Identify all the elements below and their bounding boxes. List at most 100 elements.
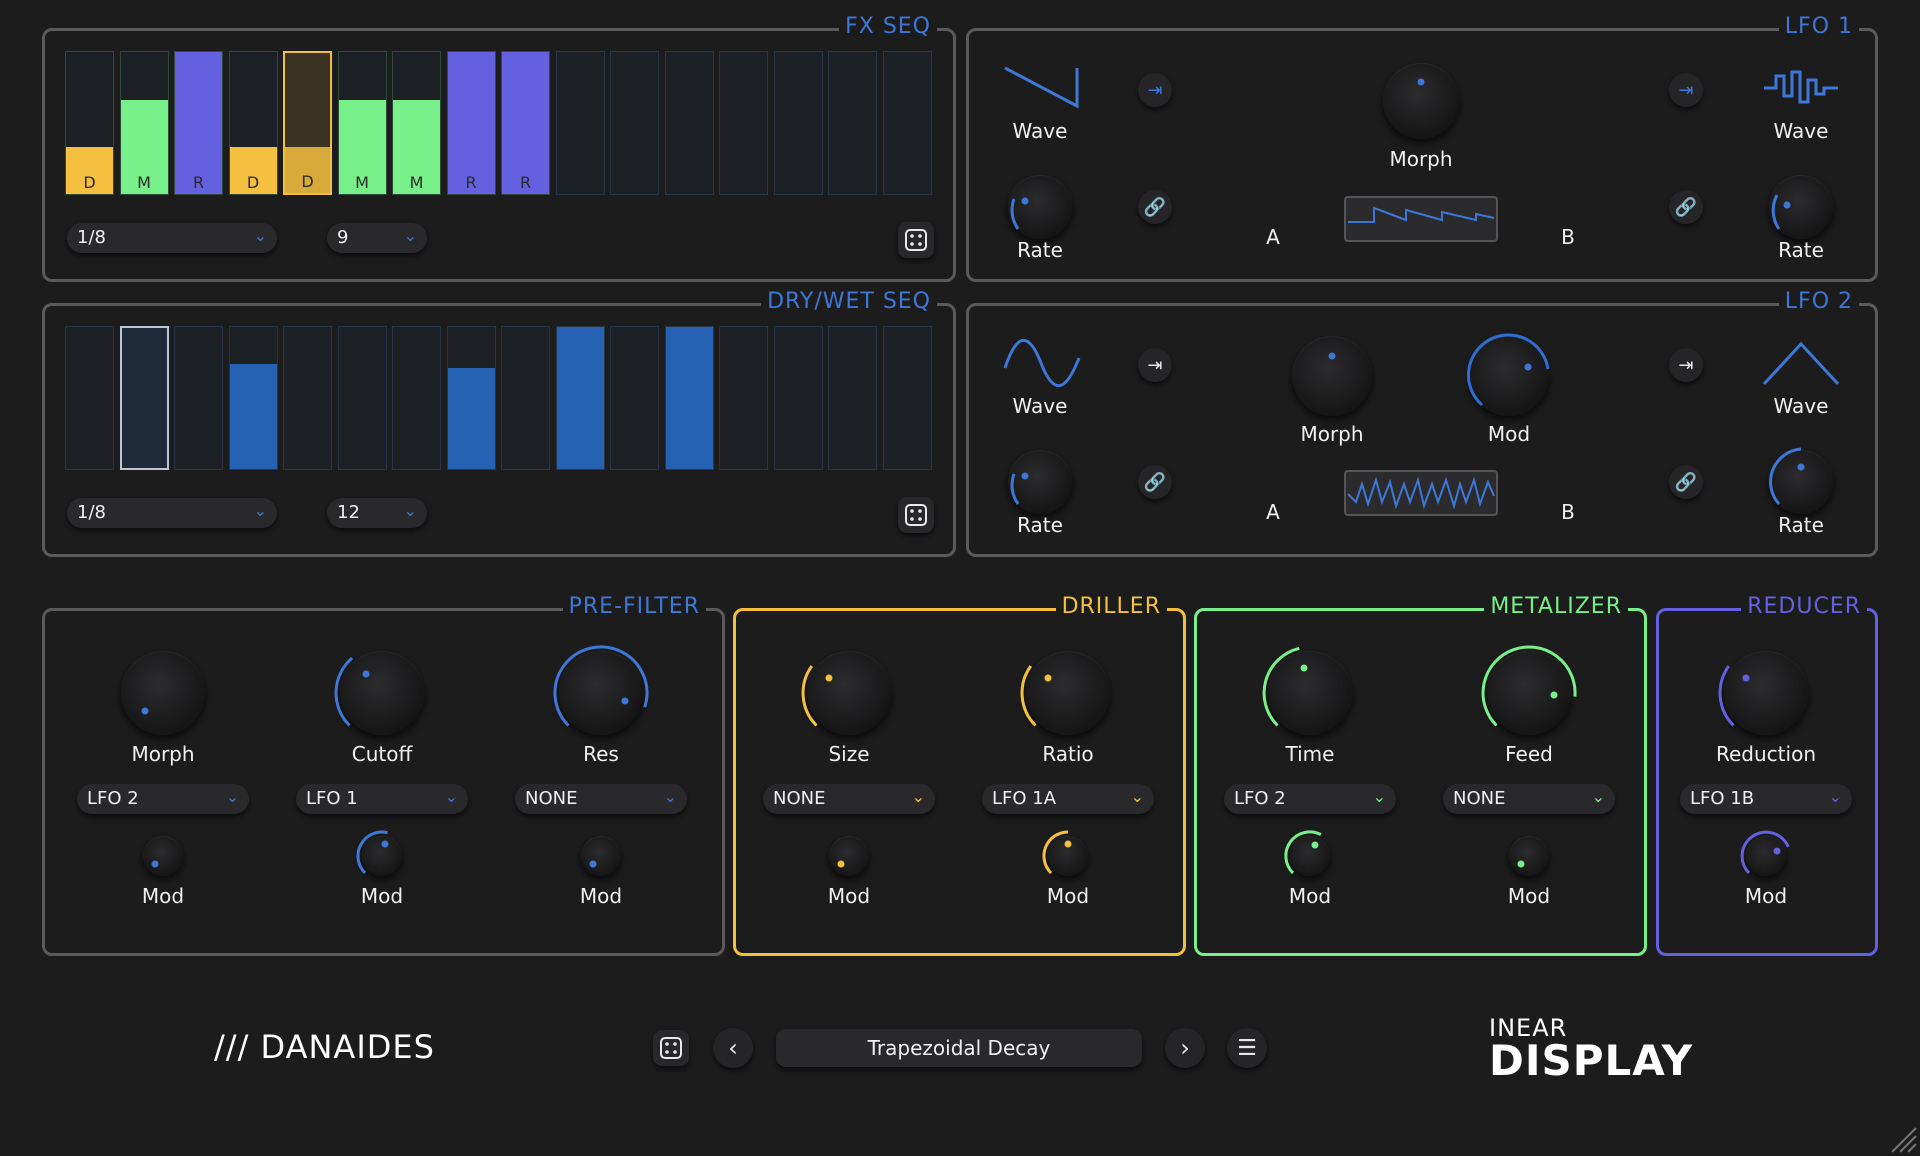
- resize-grip-icon[interactable]: [1888, 1124, 1918, 1154]
- prefilter-res-knob[interactable]: [559, 651, 643, 735]
- prefilter-mod-amount-knob[interactable]: [143, 836, 183, 876]
- mod-source-value: NONE: [1453, 788, 1506, 809]
- mod-source-value: LFO 1B: [1690, 788, 1755, 809]
- drywet-seq-step[interactable]: [610, 326, 659, 470]
- lfo2-retrigger-b-button[interactable]: ⇥: [1669, 348, 1703, 382]
- lfo2-link-b-button[interactable]: 🔗: [1669, 465, 1703, 499]
- lfo1-morph-knob[interactable]: [1383, 63, 1459, 139]
- drywet-seq-step[interactable]: [65, 326, 114, 470]
- fx-seq-step[interactable]: M: [119, 51, 169, 195]
- driller-mod-label: Mod: [1046, 884, 1090, 908]
- prefilter-cutoff-knob[interactable]: [340, 651, 424, 735]
- metalizer-mod-amount-knob[interactable]: [1509, 836, 1549, 876]
- fx-seq-step[interactable]: R: [174, 51, 223, 195]
- lfo1-link-b-button[interactable]: 🔗: [1669, 190, 1703, 224]
- mod-source-value: NONE: [525, 788, 578, 809]
- fx-seq-step[interactable]: M: [392, 51, 441, 195]
- preset-menu-button[interactable]: ☰: [1227, 1028, 1267, 1068]
- saw-wave-icon[interactable]: [1003, 62, 1081, 112]
- driller-mod-amount-knob[interactable]: [829, 836, 869, 876]
- fx-seq-step[interactable]: D: [65, 51, 114, 195]
- drywet-seq-step[interactable]: [283, 326, 332, 470]
- drywet-seq-grid[interactable]: [65, 326, 937, 470]
- knob-indicator: [1300, 664, 1308, 672]
- prefilter-mod-source-select[interactable]: LFO 2 ⌄: [77, 784, 249, 814]
- driller-size-knob[interactable]: [807, 651, 891, 735]
- drywet-seq-step[interactable]: [773, 326, 823, 470]
- drywet-seq-step[interactable]: [174, 326, 223, 470]
- lfo1-rate-a-knob[interactable]: [1008, 175, 1072, 239]
- preset-name-display[interactable]: Trapezoidal Decay: [776, 1029, 1142, 1067]
- drywet-seq-step[interactable]: [392, 326, 441, 470]
- fx-seq-step[interactable]: [719, 51, 768, 195]
- driller-knob-label: Ratio: [1042, 742, 1094, 766]
- arrow-right-bar-icon: ⇥: [1147, 354, 1163, 376]
- lfo2-mod-knob[interactable]: [1469, 336, 1549, 416]
- drywet-seq-randomize-button[interactable]: [898, 497, 934, 533]
- fx-seq-step[interactable]: M: [337, 51, 387, 195]
- fx-seq-step[interactable]: [828, 51, 877, 195]
- vendor-logo-bottom: DISPLAY: [1489, 1036, 1694, 1085]
- reducer-mod-source-select[interactable]: LFO 1B ⌄: [1680, 784, 1852, 814]
- drywet-seq-step[interactable]: [664, 326, 714, 470]
- drywet-seq-step[interactable]: [501, 326, 550, 470]
- drywet-seq-length-select[interactable]: 12 ⌄: [327, 498, 427, 528]
- driller-mod-source-select[interactable]: LFO 1A ⌄: [982, 784, 1154, 814]
- prefilter-morph-knob[interactable]: [121, 651, 205, 735]
- metalizer-time-knob[interactable]: [1268, 651, 1352, 735]
- link-icon: 🔗: [1143, 196, 1167, 218]
- drywet-seq-step[interactable]: [828, 326, 877, 470]
- fx-seq-randomize-button[interactable]: [898, 222, 934, 258]
- drywet-seq-step[interactable]: [228, 326, 278, 470]
- drywet-seq-step[interactable]: [555, 326, 605, 470]
- lfo2-retrigger-a-button[interactable]: ⇥: [1138, 348, 1172, 382]
- preset-prev-button[interactable]: ‹: [713, 1028, 753, 1068]
- fx-seq-step[interactable]: D: [283, 51, 332, 195]
- drywet-seq-rate-select[interactable]: 1/8 ⌄: [67, 498, 277, 528]
- lfo2-rate-a-knob[interactable]: [1008, 450, 1072, 514]
- drywet-seq-step[interactable]: [882, 326, 932, 470]
- lfo1-retrigger-b-button[interactable]: ⇥: [1669, 73, 1703, 107]
- triangle-wave-icon[interactable]: [1762, 340, 1840, 386]
- fx-seq-step[interactable]: R: [501, 51, 550, 195]
- metalizer-mod-source-select[interactable]: LFO 2 ⌄: [1224, 784, 1396, 814]
- lfo2-a-label: A: [1266, 500, 1280, 524]
- chevron-down-icon: ⌄: [444, 787, 458, 806]
- reducer-reduction-knob[interactable]: [1724, 651, 1808, 735]
- fx-seq-step[interactable]: D: [228, 51, 278, 195]
- fx-seq-grid[interactable]: DMRDDMMRR: [65, 51, 937, 195]
- sine-wave-icon[interactable]: [1003, 338, 1081, 388]
- preset-randomize-button[interactable]: [653, 1030, 689, 1066]
- reducer-mod-amount-knob[interactable]: [1746, 836, 1786, 876]
- fx-seq-step[interactable]: [555, 51, 605, 195]
- metalizer-mod-source-select[interactable]: NONE ⌄: [1443, 784, 1615, 814]
- fx-seq-step[interactable]: [773, 51, 823, 195]
- drywet-seq-step[interactable]: [119, 326, 169, 470]
- lfo2-mod-label: Mod: [1487, 422, 1531, 446]
- fx-seq-step[interactable]: [882, 51, 932, 195]
- prefilter-mod-source-select[interactable]: NONE ⌄: [515, 784, 687, 814]
- driller-ratio-knob[interactable]: [1026, 651, 1110, 735]
- fx-seq-step[interactable]: R: [446, 51, 496, 195]
- drywet-seq-step[interactable]: [446, 326, 496, 470]
- fx-seq-rate-select[interactable]: 1/8 ⌄: [67, 223, 277, 253]
- chevron-down-icon: ⌄: [663, 787, 677, 806]
- lfo1-rate-b-knob[interactable]: [1769, 175, 1833, 239]
- prefilter-mod-source-select[interactable]: LFO 1 ⌄: [296, 784, 468, 814]
- drywet-seq-step[interactable]: [719, 326, 768, 470]
- preset-next-button[interactable]: ›: [1165, 1028, 1205, 1068]
- lfo1-retrigger-a-button[interactable]: ⇥: [1138, 73, 1172, 107]
- step-wave-icon[interactable]: [1762, 66, 1840, 110]
- prefilter-mod-amount-knob[interactable]: [581, 836, 621, 876]
- fx-seq-step[interactable]: [664, 51, 714, 195]
- lfo2-morph-knob[interactable]: [1292, 336, 1372, 416]
- lfo2-rate-b-knob[interactable]: [1769, 450, 1833, 514]
- metalizer-mod-amount-knob[interactable]: [1290, 836, 1330, 876]
- metalizer-feed-knob[interactable]: [1487, 651, 1571, 735]
- lfo2-link-a-button[interactable]: 🔗: [1138, 465, 1172, 499]
- lfo1-link-a-button[interactable]: 🔗: [1138, 190, 1172, 224]
- driller-mod-source-select[interactable]: NONE ⌄: [763, 784, 935, 814]
- fx-seq-step[interactable]: [610, 51, 659, 195]
- fx-seq-length-select[interactable]: 9 ⌄: [327, 223, 427, 253]
- drywet-seq-step[interactable]: [337, 326, 387, 470]
